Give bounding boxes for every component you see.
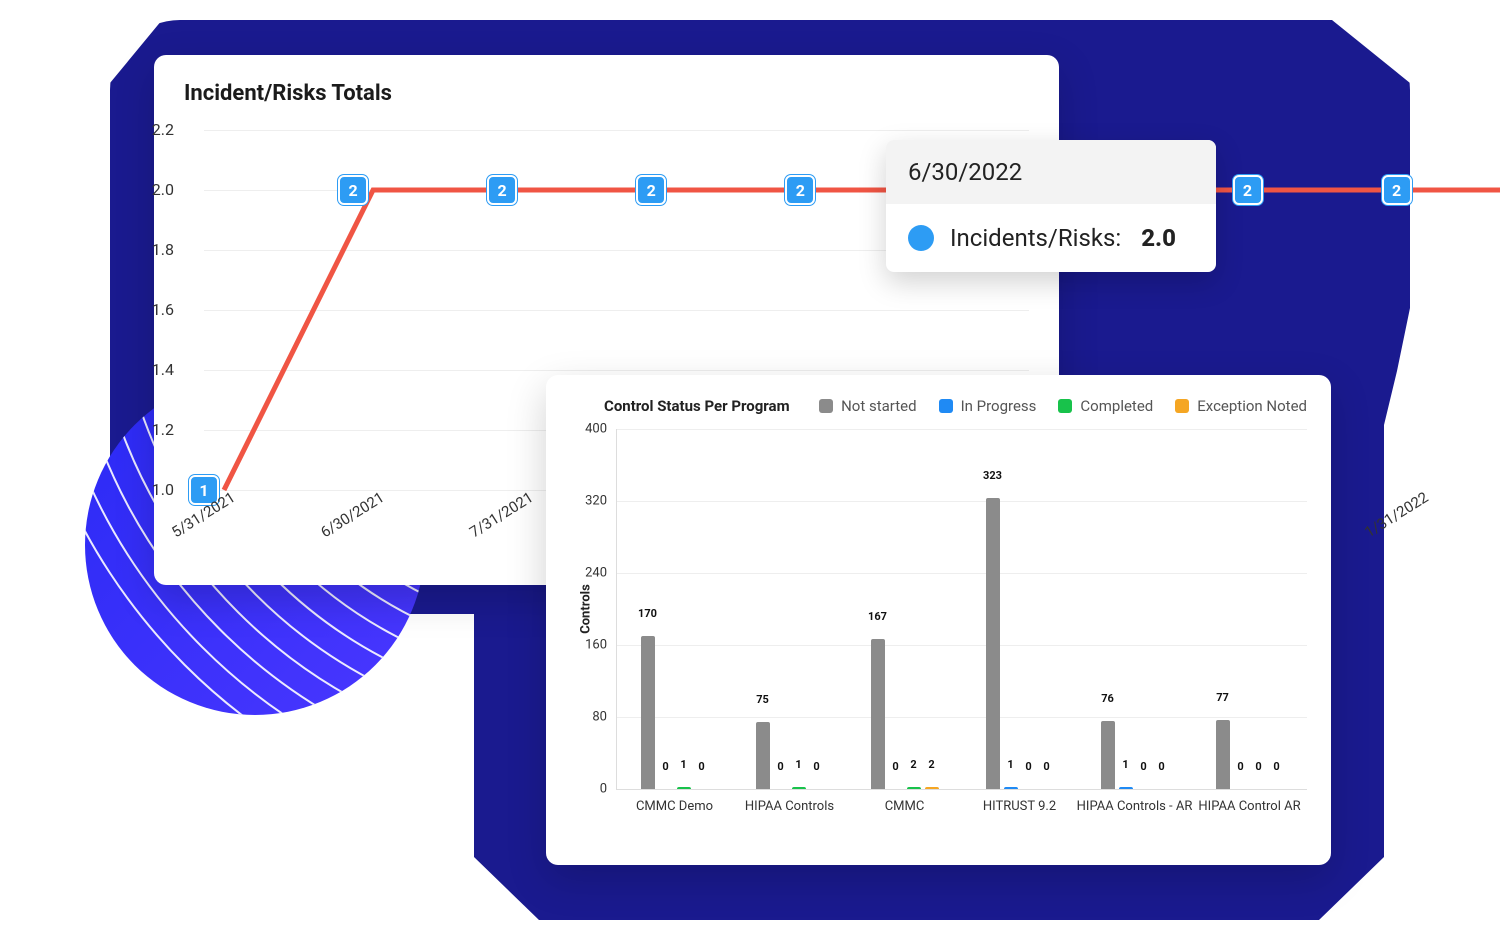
legend-in-progress[interactable]: In Progress — [939, 397, 1037, 415]
bar-value-label: 1 — [1122, 758, 1128, 771]
bar-value-label: 0 — [1025, 760, 1031, 773]
x-tick-label: HITRUST 9.2 — [983, 789, 1056, 814]
bar-value-label: 2 — [910, 758, 916, 771]
bar-group: 76100HIPAA Controls - AR — [1077, 429, 1192, 789]
bar-group: 77000HIPAA Control AR — [1192, 429, 1307, 789]
legend-swatch — [819, 399, 833, 413]
chart-tooltip: 6/30/2022 Incidents/Risks: 2.0 — [886, 140, 1216, 272]
bar[interactable] — [1216, 720, 1230, 789]
bar-value-label: 0 — [1158, 760, 1164, 773]
y-tick-label: 240 — [585, 566, 607, 581]
tooltip-series-label: Incidents/Risks: — [950, 224, 1121, 252]
chart-title: Incident/Risks Totals — [154, 55, 1059, 106]
y-tick-label: 0 — [600, 782, 607, 797]
bar-chart-header: Control Status Per Program Not started I… — [546, 375, 1331, 415]
bar[interactable] — [641, 636, 655, 789]
bar[interactable] — [871, 639, 885, 789]
y-tick-label: 1.4 — [152, 360, 174, 379]
x-tick-label: 6/30/2021 — [317, 488, 387, 541]
bar-value-label: 1 — [795, 758, 801, 771]
legend-exception[interactable]: Exception Noted — [1175, 397, 1307, 415]
y-tick-label: 160 — [585, 638, 607, 653]
legend-not-started[interactable]: Not started — [819, 397, 916, 415]
data-point[interactable]: 2 — [338, 175, 368, 205]
bar-value-label: 0 — [698, 760, 704, 773]
y-tick-label: 2.2 — [152, 120, 174, 139]
x-tick-label: HIPAA Control AR — [1198, 789, 1300, 814]
legend-label: Not started — [841, 397, 916, 415]
tooltip-series-value: 2.0 — [1141, 224, 1176, 252]
bar-chart-plot[interactable]: Controls 080160240320400170010CMMC Demo7… — [616, 429, 1307, 790]
bar-group: 75010HIPAA Controls — [732, 429, 847, 789]
tooltip-date: 6/30/2022 — [886, 140, 1216, 204]
chart-title: Control Status Per Program — [604, 397, 790, 415]
data-point[interactable]: 2 — [1233, 175, 1263, 205]
bar-value-label: 77 — [1216, 691, 1229, 704]
control-status-card: Control Status Per Program Not started I… — [546, 375, 1331, 865]
data-point[interactable]: 2 — [1382, 175, 1412, 205]
bar-group: 167022CMMC — [847, 429, 962, 789]
data-point[interactable]: 2 — [636, 175, 666, 205]
bar[interactable] — [756, 722, 770, 790]
data-point[interactable]: 2 — [487, 175, 517, 205]
bar-value-label: 0 — [813, 760, 819, 773]
y-tick-label: 320 — [585, 494, 607, 509]
data-point[interactable]: 2 — [785, 175, 815, 205]
y-tick-label: 1.8 — [152, 240, 174, 259]
x-tick-label: CMMC Demo — [636, 789, 713, 814]
bar-group: 170010CMMC Demo — [617, 429, 732, 789]
bar-value-label: 76 — [1101, 692, 1114, 705]
bar-value-label: 75 — [756, 693, 769, 706]
legend-label: Exception Noted — [1197, 397, 1307, 415]
bar-value-label: 0 — [1237, 760, 1243, 773]
y-tick-label: 80 — [592, 710, 607, 725]
bar-value-label: 0 — [1043, 760, 1049, 773]
bar-value-label: 0 — [892, 760, 898, 773]
bar-value-label: 0 — [1140, 760, 1146, 773]
y-tick-label: 1.0 — [152, 480, 174, 499]
bar-value-label: 0 — [662, 760, 668, 773]
bar-value-label: 0 — [1273, 760, 1279, 773]
legend-swatch — [939, 399, 953, 413]
bar-value-label: 170 — [638, 607, 657, 620]
bar-value-label: 1 — [1007, 758, 1013, 771]
legend-swatch — [1058, 399, 1072, 413]
bar-value-label: 0 — [777, 760, 783, 773]
legend-swatch — [1175, 399, 1189, 413]
bar-value-label: 1 — [680, 758, 686, 771]
bar-value-label: 0 — [1255, 760, 1261, 773]
y-tick-label: 2.0 — [152, 180, 174, 199]
y-tick-label: 1.6 — [152, 300, 174, 319]
bar-group: 323100HITRUST 9.2 — [962, 429, 1077, 789]
legend-label: In Progress — [961, 397, 1037, 415]
y-axis-label: Controls — [578, 584, 593, 634]
x-tick-label: CMMC — [885, 789, 925, 814]
y-tick-label: 400 — [585, 422, 607, 437]
x-tick-label: HIPAA Controls — [745, 789, 834, 814]
tooltip-series-dot — [908, 225, 934, 251]
x-tick-label: 7/31/2021 — [466, 488, 536, 541]
bar-value-label: 323 — [983, 469, 1002, 482]
bar-value-label: 2 — [928, 758, 934, 771]
x-tick-label: HIPAA Controls - AR — [1077, 789, 1193, 814]
bar-value-label: 167 — [868, 610, 887, 623]
y-tick-label: 1.2 — [152, 420, 174, 439]
bar[interactable] — [1101, 721, 1115, 789]
bar[interactable] — [925, 787, 939, 789]
legend-label: Completed — [1080, 397, 1153, 415]
dashboard-stage: Incident/Risks Totals 1.0 1.2 1.4 1.6 1.8 2.0… — [0, 0, 1500, 946]
legend-completed[interactable]: Completed — [1058, 397, 1153, 415]
bar[interactable] — [986, 498, 1000, 789]
